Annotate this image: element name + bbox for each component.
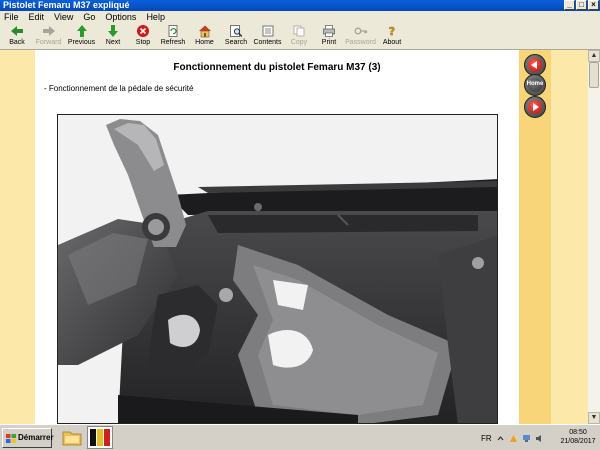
scroll-thumb[interactable] bbox=[589, 62, 599, 88]
left-margin bbox=[0, 50, 35, 424]
page-subtitle: - Fonctionnement de la pédale de sécurit… bbox=[44, 84, 194, 93]
toolbar: Back Forward Previous Next Stop Refresh … bbox=[0, 23, 600, 50]
right-margin bbox=[551, 50, 588, 424]
password-label: Password bbox=[345, 39, 376, 46]
vertical-scrollbar[interactable]: ▲ ▼ bbox=[588, 50, 600, 424]
forward-arrow-icon bbox=[42, 26, 55, 36]
title-bar: Pistolet Femaru M37 expliqué _ □ × bbox=[0, 0, 600, 11]
clock[interactable]: 08:50 21/08/2017 bbox=[558, 428, 598, 446]
about-icon: ? bbox=[389, 25, 396, 38]
start-button[interactable]: Démarrer bbox=[2, 428, 54, 448]
about-button[interactable]: ? About bbox=[377, 23, 407, 50]
nav-home-label: Home bbox=[526, 81, 544, 87]
taskbar-app-button[interactable] bbox=[87, 426, 113, 449]
contents-button[interactable]: Contents bbox=[251, 23, 284, 50]
pistol-photo bbox=[57, 114, 498, 424]
refresh-label: Refresh bbox=[160, 39, 186, 46]
back-arrow-icon bbox=[11, 26, 23, 36]
print-icon bbox=[323, 25, 335, 37]
scroll-up-button[interactable]: ▲ bbox=[588, 50, 600, 62]
menu-help[interactable]: Help bbox=[146, 11, 165, 23]
search-label: Search bbox=[224, 39, 248, 46]
navigation-strip: Home bbox=[519, 50, 551, 424]
menu-options[interactable]: Options bbox=[105, 11, 136, 23]
close-button[interactable]: × bbox=[588, 0, 599, 10]
key-icon bbox=[354, 27, 367, 35]
language-indicator[interactable]: FR bbox=[481, 434, 492, 443]
minimize-button[interactable]: _ bbox=[564, 0, 575, 10]
clock-date: 21/08/2017 bbox=[560, 438, 596, 445]
home-icon bbox=[198, 25, 211, 38]
previous-button[interactable]: Previous bbox=[65, 23, 98, 50]
next-button[interactable]: Next bbox=[98, 23, 128, 50]
stop-label: Stop bbox=[135, 39, 151, 46]
down-arrow-icon bbox=[108, 25, 118, 37]
about-label: About bbox=[382, 39, 402, 46]
back-button[interactable]: Back bbox=[2, 23, 32, 50]
clock-time: 08:50 bbox=[569, 429, 587, 436]
windows-logo-icon bbox=[6, 434, 16, 443]
search-button[interactable]: Search bbox=[221, 23, 251, 50]
stop-icon bbox=[137, 25, 149, 37]
menu-bar: File Edit View Go Options Help bbox=[0, 11, 600, 23]
previous-label: Previous bbox=[67, 39, 96, 46]
next-label: Next bbox=[105, 39, 121, 46]
maximize-button[interactable]: □ bbox=[576, 0, 587, 10]
menu-edit[interactable]: Edit bbox=[29, 11, 45, 23]
nav-next-button[interactable] bbox=[524, 96, 546, 118]
svg-text:?: ? bbox=[389, 25, 395, 38]
page-title: Fonctionnement du pistolet Femaru M37 (3… bbox=[173, 62, 381, 73]
contents-label: Contents bbox=[253, 39, 282, 46]
back-label: Back bbox=[9, 39, 25, 46]
expand-tray-icon[interactable] bbox=[496, 434, 505, 443]
action-center-icon[interactable] bbox=[509, 434, 518, 443]
password-button[interactable]: Password bbox=[344, 23, 377, 50]
menu-file[interactable]: File bbox=[4, 11, 19, 23]
stop-button[interactable]: Stop bbox=[128, 23, 158, 50]
home-label: Home bbox=[195, 39, 214, 46]
window-title: Pistolet Femaru M37 expliqué bbox=[3, 0, 130, 10]
contents-icon bbox=[262, 25, 273, 37]
right-arrow-icon bbox=[533, 103, 539, 111]
print-button[interactable]: Print bbox=[314, 23, 344, 50]
print-label: Print bbox=[321, 39, 337, 46]
start-label: Démarrer bbox=[18, 433, 54, 442]
folder-icon[interactable] bbox=[62, 428, 82, 447]
forward-label: Forward bbox=[35, 39, 62, 46]
volume-icon[interactable] bbox=[535, 434, 544, 443]
forward-button[interactable]: Forward bbox=[32, 23, 65, 50]
copy-label: Copy bbox=[290, 39, 308, 46]
copy-icon bbox=[293, 25, 305, 37]
refresh-button[interactable]: Refresh bbox=[158, 23, 188, 50]
menu-go[interactable]: Go bbox=[83, 11, 95, 23]
app-icon bbox=[90, 429, 110, 446]
menu-view[interactable]: View bbox=[54, 11, 73, 23]
home-button[interactable]: Home bbox=[188, 23, 221, 50]
window-controls: _ □ × bbox=[564, 0, 599, 10]
refresh-icon bbox=[168, 25, 178, 37]
search-icon bbox=[230, 25, 243, 37]
content-area: Fonctionnement du pistolet Femaru M37 (3… bbox=[0, 50, 588, 424]
network-icon[interactable] bbox=[522, 434, 531, 443]
page: Fonctionnement du pistolet Femaru M37 (3… bbox=[35, 50, 519, 424]
pistol-mechanism-image bbox=[58, 115, 497, 423]
nav-previous-button[interactable] bbox=[524, 54, 546, 76]
nav-home-button[interactable]: Home bbox=[524, 74, 546, 96]
copy-button[interactable]: Copy bbox=[284, 23, 314, 50]
up-arrow-icon bbox=[76, 25, 87, 37]
taskbar: Démarrer FR 08:50 21/08/2017 bbox=[0, 424, 600, 450]
scroll-down-button[interactable]: ▼ bbox=[588, 412, 600, 424]
left-arrow-icon bbox=[531, 61, 537, 69]
